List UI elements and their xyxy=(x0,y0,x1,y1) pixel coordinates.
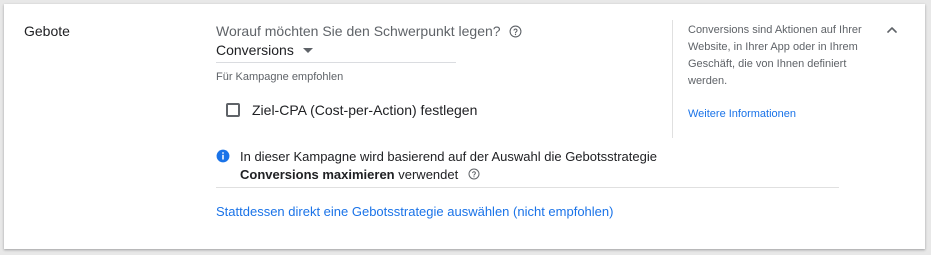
focus-question-row: Worauf möchten Sie den Schwerpunkt legen… xyxy=(216,23,522,39)
learn-more-link[interactable]: Weitere Informationen xyxy=(688,108,796,120)
info-message: In dieser Kampagne wird basierend auf de… xyxy=(216,148,660,184)
target-cpa-label: Ziel-CPA (Cost-per-Action) festlegen xyxy=(252,102,478,118)
caret-down-icon xyxy=(302,47,313,53)
help-circle-icon[interactable] xyxy=(509,25,522,38)
info-text-after: verwendet xyxy=(398,167,459,182)
info-text: In dieser Kampagne wird basierend auf de… xyxy=(240,148,660,184)
side-panel-divider xyxy=(672,20,673,138)
dropdown-underline xyxy=(216,62,456,63)
recommended-label: Für Kampagne empfohlen xyxy=(216,71,344,83)
focus-question: Worauf möchten Sie den Schwerpunkt legen… xyxy=(216,23,501,39)
section-title: Gebote xyxy=(24,23,70,39)
info-icon xyxy=(216,149,230,163)
target-cpa-checkbox[interactable] xyxy=(226,103,240,117)
strategy-help-icon[interactable] xyxy=(468,168,480,180)
divider xyxy=(216,187,839,188)
side-panel-description: Conversions sind Aktionen auf Ihrer Webs… xyxy=(688,24,862,87)
bidding-card: Gebote Worauf möchten Sie den Schwerpunk… xyxy=(4,4,925,249)
target-cpa-option[interactable]: Ziel-CPA (Cost-per-Action) festlegen xyxy=(226,102,477,118)
choose-strategy-link[interactable]: Stattdessen direkt eine Gebotsstrategie … xyxy=(216,204,613,219)
strategy-name: Conversions maximieren xyxy=(240,167,395,182)
info-text-before: In dieser Kampagne wird basierend auf de… xyxy=(240,149,657,164)
focus-dropdown-value: Conversions xyxy=(216,42,294,58)
chevron-up-icon[interactable] xyxy=(884,22,900,38)
focus-dropdown[interactable]: Conversions xyxy=(216,42,313,58)
